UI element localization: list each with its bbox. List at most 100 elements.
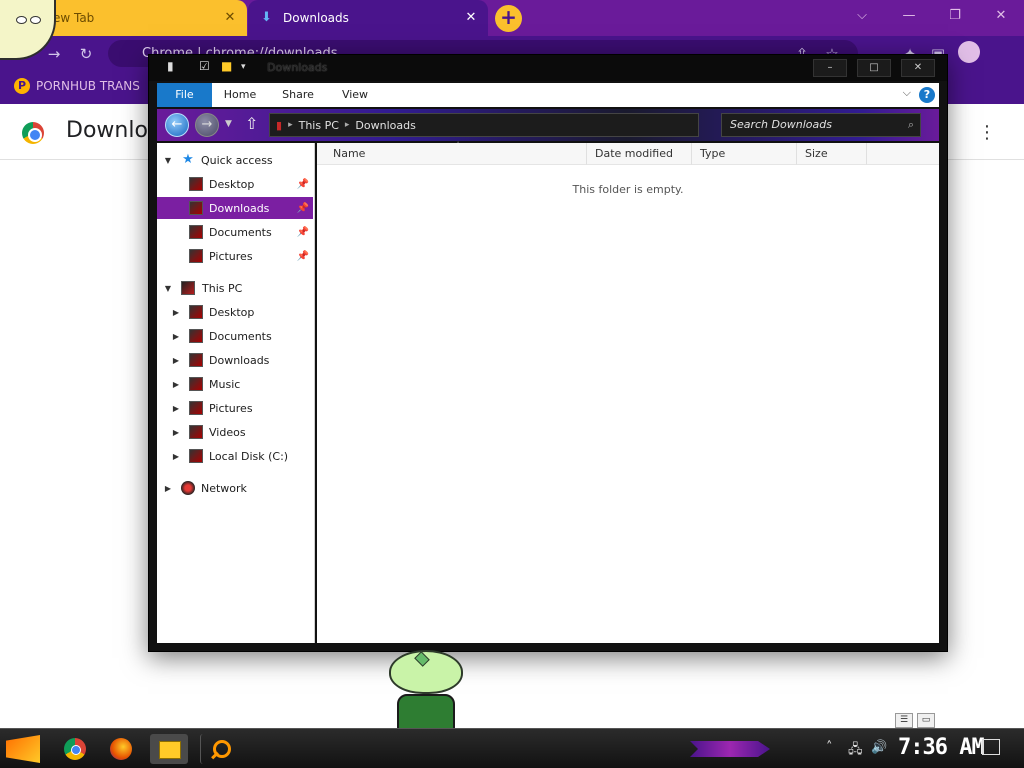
tab-file[interactable]: File	[157, 83, 212, 107]
chrome-icon[interactable]	[56, 734, 94, 764]
nav-label: Local Disk (C:)	[209, 449, 289, 463]
chrome-tabstrip: New Tab ✕ ⬇ Downloads ✕ + ⌵ — ❐ ✕	[0, 0, 1024, 36]
column-header-size[interactable]: Size	[797, 143, 867, 165]
properties-icon[interactable]: ☑	[199, 59, 210, 77]
notification-icon[interactable]	[982, 739, 1000, 755]
close-button[interactable]: ✕	[901, 59, 935, 77]
pin-icon[interactable]: 📌	[297, 251, 309, 262]
file-list-pane: ▲ Name Date modified Type Size This fold…	[317, 139, 939, 728]
expand-icon[interactable]: ▶	[171, 428, 181, 437]
expand-ribbon-icon[interactable]: ⌵	[903, 86, 911, 100]
taskbar-decoration	[690, 741, 770, 757]
expand-icon[interactable]: ▶	[171, 380, 181, 389]
drive-icon	[189, 449, 203, 463]
nav-label: Network	[201, 481, 247, 495]
restore-button[interactable]: ❐	[941, 4, 969, 28]
close-window-button[interactable]: ✕	[987, 4, 1015, 28]
close-tab-icon[interactable]: ✕	[462, 9, 480, 27]
nav-label: Pictures	[209, 401, 253, 415]
nav-label: Desktop	[209, 305, 255, 319]
nav-item-pc-pictures[interactable]: ▶ Pictures	[157, 397, 313, 419]
tab-home[interactable]: Home	[219, 83, 261, 107]
minimize-button[interactable]: —	[895, 4, 923, 28]
search-input[interactable]: Search Downloads ⌕	[721, 113, 921, 137]
downloads-folder-icon	[189, 201, 203, 215]
firefox-icon[interactable]	[102, 734, 140, 764]
nav-quick-access[interactable]: ▼ ★ Quick access	[157, 149, 313, 171]
customize-qa-icon[interactable]: ▾	[241, 62, 246, 80]
recent-locations-icon[interactable]: ▼	[225, 119, 232, 129]
bookmark-label: PORNHUB TRANS	[36, 79, 140, 93]
expand-icon[interactable]: ▶	[163, 484, 173, 493]
large-icons-view-icon[interactable]: ▭	[917, 713, 935, 728]
pin-icon[interactable]: 📌	[297, 227, 309, 238]
nav-this-pc[interactable]: ▼ This PC	[157, 277, 313, 299]
nav-label: Music	[209, 377, 241, 391]
window-title: Downloads	[267, 61, 328, 74]
column-header-name[interactable]: Name	[317, 143, 587, 165]
nav-item-local-disk[interactable]: ▶ Local Disk (C:)	[157, 445, 313, 467]
maximize-button[interactable]: □	[857, 59, 891, 77]
new-tab-button[interactable]: +	[495, 5, 522, 32]
address-field[interactable]: ▮ ▸ This PC ▸ Downloads	[269, 113, 699, 137]
nav-item-pictures[interactable]: Pictures 📌	[157, 245, 313, 267]
breadcrumb-this-pc[interactable]: This PC	[299, 119, 339, 132]
pin-icon[interactable]: 📌	[297, 203, 309, 214]
file-explorer-icon[interactable]	[150, 734, 188, 764]
column-header-type[interactable]: Type	[692, 143, 797, 165]
tab-search-icon[interactable]: ⌵	[848, 4, 876, 28]
expand-icon[interactable]: ▶	[171, 308, 181, 317]
up-arrow-icon[interactable]: ⇧	[245, 114, 258, 133]
nav-network[interactable]: ▶ Network	[157, 477, 313, 499]
search-icon[interactable]	[200, 734, 238, 764]
start-icon[interactable]	[6, 735, 40, 763]
character-body	[397, 694, 455, 730]
pictures-folder-icon	[189, 249, 203, 263]
breadcrumb-downloads[interactable]: Downloads	[355, 119, 415, 132]
minimize-button[interactable]: –	[813, 59, 847, 77]
volume-icon[interactable]: 🔊	[871, 740, 887, 755]
nav-item-pc-music[interactable]: ▶ Music	[157, 373, 313, 395]
ribbon-tabs: File Home Share View ⌵ ?	[157, 83, 939, 107]
network-tray-icon[interactable]: 🖧	[848, 740, 863, 762]
column-header-date-modified[interactable]: Date modified	[587, 143, 692, 165]
details-view-icon[interactable]: ☰	[895, 713, 913, 728]
tab-share[interactable]: Share	[275, 83, 321, 107]
back-arrow-icon[interactable]: ←	[165, 113, 189, 137]
nav-item-pc-desktop[interactable]: ▶ Desktop	[157, 301, 313, 323]
nav-label: Pictures	[209, 249, 253, 263]
pin-icon[interactable]: 📌	[297, 179, 309, 190]
network-icon	[181, 481, 195, 495]
more-menu-icon[interactable]: ⋮	[978, 122, 996, 143]
nav-item-downloads[interactable]: Downloads 📌	[157, 197, 313, 219]
star-icon: ★	[182, 152, 194, 167]
expand-icon[interactable]: ▶	[171, 332, 181, 341]
reload-icon[interactable]: ↻	[76, 44, 96, 64]
close-tab-icon[interactable]: ✕	[221, 9, 239, 27]
tab-downloads[interactable]: ⬇ Downloads ✕	[248, 0, 488, 36]
nav-item-documents[interactable]: Documents 📌	[157, 221, 313, 243]
expand-icon[interactable]: ▶	[171, 452, 181, 461]
tab-label: Downloads	[283, 11, 349, 25]
forward-icon[interactable]: →	[44, 44, 64, 64]
profile-avatar[interactable]	[958, 41, 980, 63]
bookmark-item[interactable]: P PORNHUB TRANS	[14, 78, 140, 94]
tab-view[interactable]: View	[335, 83, 375, 107]
search-icon[interactable]: ⌕	[908, 114, 914, 136]
clock[interactable]: 7:36 AM	[898, 735, 985, 760]
collapse-icon[interactable]: ▼	[163, 284, 173, 293]
forward-arrow-icon[interactable]: →	[195, 113, 219, 137]
nav-item-desktop[interactable]: Desktop 📌	[157, 173, 313, 195]
collapse-icon[interactable]: ▼	[163, 156, 173, 165]
help-icon[interactable]: ?	[919, 87, 935, 103]
expand-icon[interactable]: ▶	[171, 356, 181, 365]
navigation-bar: ← → ▼ ⇧ ▮ ▸ This PC ▸ Downloads Search D…	[157, 109, 939, 141]
nav-item-pc-videos[interactable]: ▶ Videos	[157, 421, 313, 443]
breadcrumb-separator-icon: ▸	[344, 120, 350, 130]
expand-icon[interactable]: ▶	[171, 404, 181, 413]
wallpaper-character	[385, 650, 467, 730]
nav-item-pc-downloads[interactable]: ▶ Downloads	[157, 349, 313, 371]
new-folder-icon[interactable]: ■	[221, 59, 232, 77]
nav-item-pc-documents[interactable]: ▶ Documents	[157, 325, 313, 347]
tray-chevron-icon[interactable]: ˄	[826, 740, 833, 755]
